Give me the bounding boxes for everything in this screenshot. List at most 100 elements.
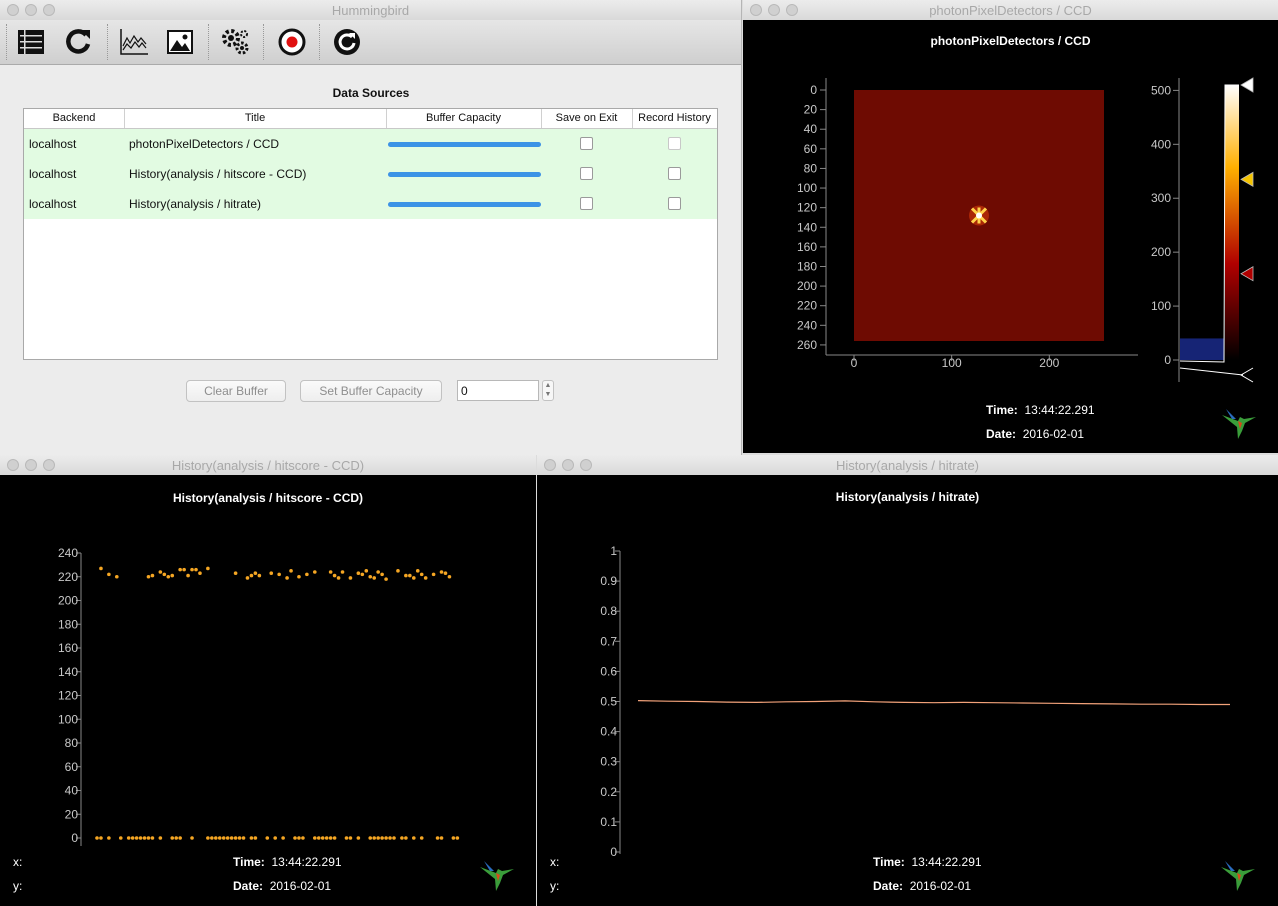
data-point [419, 836, 424, 840]
data-point [134, 836, 139, 840]
ccd-plot-area[interactable]: photonPixelDetectors / CCD 0 20 40 60 80 100 1… [743, 20, 1278, 453]
record-history-checkbox[interactable] [668, 197, 681, 210]
data-point [285, 576, 289, 580]
data-point [404, 836, 408, 840]
data-point [107, 572, 111, 577]
y-tick-label: 40 [804, 122, 818, 136]
column-header-backend[interactable]: Backend [24, 112, 124, 124]
window-title: Hummingbird [331, 3, 410, 18]
data-point [174, 836, 178, 840]
data-point [301, 836, 305, 840]
column-header-record[interactable]: Record History [632, 112, 717, 124]
data-point [380, 572, 384, 577]
save-on-exit-checkbox[interactable] [580, 197, 593, 210]
y-tick-label: 0 [610, 845, 617, 859]
data-point [281, 836, 285, 840]
data-point [431, 572, 436, 577]
refresh-icon[interactable] [331, 26, 363, 58]
data-point [241, 836, 246, 840]
buffer-capacity-bar [388, 172, 541, 177]
toolbar [0, 20, 741, 65]
data-point [217, 836, 222, 840]
data-point [372, 836, 377, 840]
data-point [273, 836, 278, 840]
data-point [225, 836, 230, 840]
y-tick-label: 200 [58, 594, 78, 608]
table-row[interactable]: localhost History(analysis / hitrate) [24, 189, 717, 219]
y-tick-label: 100 [797, 181, 817, 195]
data-point [166, 574, 171, 579]
data-point [233, 571, 238, 575]
line-plot-icon[interactable] [118, 26, 150, 58]
y-tick-label: 100 [58, 712, 78, 726]
hitrate-line-plot[interactable]: 1 0.9 0.8 0.7 0.6 0.5 0.4 0.3 0.2 0.1 0 [537, 475, 1278, 906]
y-readout: y: [550, 879, 560, 893]
buffer-capacity-bar [388, 202, 541, 207]
data-point [198, 571, 202, 575]
data-point [269, 571, 274, 575]
hummingbird-logo [1219, 857, 1257, 898]
y-tick-label: 120 [797, 201, 817, 215]
data-point [142, 836, 147, 840]
data-point [95, 836, 99, 840]
hitscore-titlebar[interactable]: History(analysis / hitscore - CCD) [0, 455, 536, 476]
record-icon[interactable] [276, 26, 308, 58]
data-sources-icon[interactable] [15, 26, 47, 58]
data-point [455, 836, 460, 840]
data-point [368, 574, 373, 579]
capacity-stepper[interactable]: ▲ ▼ [542, 380, 554, 401]
hummingbird-logo [478, 857, 516, 898]
data-point [439, 836, 444, 840]
data-point [210, 836, 214, 840]
record-history-checkbox[interactable] [668, 167, 681, 180]
colorbar-tick-label: 0 [1164, 353, 1171, 367]
settings-icon[interactable] [219, 26, 251, 58]
hitscore-plot-area[interactable]: History(analysis / hitscore - CCD) 240 22… [0, 475, 536, 906]
data-point [249, 836, 254, 840]
data-point [206, 836, 210, 840]
main-titlebar[interactable]: Hummingbird [0, 0, 741, 21]
colorbar-handle [1240, 171, 1254, 188]
column-header-save[interactable]: Save on Exit [541, 112, 632, 124]
colorbar-tick-label: 100 [1151, 299, 1171, 313]
save-on-exit-checkbox[interactable] [580, 167, 593, 180]
ccd-titlebar[interactable]: photonPixelDetectors / CCD [743, 0, 1278, 21]
x-tick-label: 200 [1039, 356, 1059, 370]
data-point [316, 836, 321, 840]
y-tick-label: 240 [58, 546, 78, 560]
save-on-exit-checkbox[interactable] [580, 137, 593, 150]
data-point [99, 836, 103, 840]
set-buffer-capacity-button[interactable]: Set Buffer Capacity [300, 380, 442, 402]
window-title: History(analysis / hitrate) [835, 458, 980, 473]
column-header-title[interactable]: Title [124, 112, 386, 124]
hitrate-plot-area[interactable]: History(analysis / hitrate) 1 0.9 0.8 0.7 0.… [537, 475, 1278, 906]
y-tick-label: 260 [797, 338, 817, 352]
data-point [447, 574, 452, 579]
data-point [320, 836, 325, 840]
reload-icon[interactable] [62, 26, 94, 58]
data-point [162, 572, 167, 577]
clear-buffer-button[interactable]: Clear Buffer [186, 380, 286, 402]
table-row[interactable]: localhost History(analysis / hitscore - … [24, 159, 717, 189]
image-plot-icon[interactable] [164, 26, 196, 58]
y-tick-label: 180 [58, 617, 78, 631]
column-header-buffer[interactable]: Buffer Capacity [386, 112, 541, 124]
hitrate-titlebar[interactable]: History(analysis / hitrate) [537, 455, 1278, 476]
y-readout: y: [13, 879, 23, 893]
data-point [412, 836, 416, 840]
y-tick-label: 160 [797, 240, 817, 254]
data-point [190, 567, 194, 572]
buffer-capacity-input[interactable] [457, 380, 539, 401]
data-point [221, 836, 226, 840]
hitscore-scatter-plot[interactable]: 240220200180160140120100806040200 [0, 475, 536, 906]
x-readout: x: [550, 855, 560, 869]
hotspot-core [976, 212, 982, 219]
time-readout: Time: 13:44:22.291 [986, 403, 1095, 417]
x-tick-label: 0 [851, 356, 858, 370]
ccd-image-plot[interactable]: 0 20 40 60 80 100 120 140 160 180 200 220 240 260 0 100… [743, 20, 1278, 453]
y-tick-label: 0.5 [600, 695, 617, 709]
data-point [170, 573, 175, 578]
data-point [257, 573, 262, 578]
data-point [237, 836, 242, 840]
table-row[interactable]: localhost photonPixelDetectors / CCD [24, 129, 717, 159]
